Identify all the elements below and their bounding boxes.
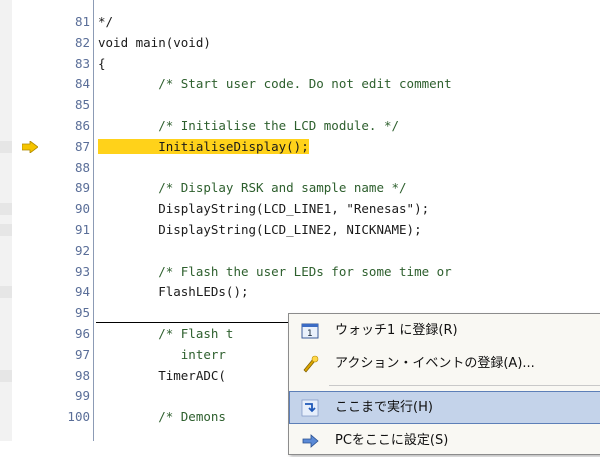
code-line[interactable]: 85 [0, 95, 600, 116]
line-number: 96 [74, 325, 90, 341]
watch-window-icon: 1 [301, 323, 319, 339]
code-text[interactable]: /* Start user code. Do not edit comment [98, 75, 452, 93]
code-text[interactable]: /* Demons [98, 408, 226, 426]
code-line[interactable]: 91 DisplayString(LCD_LINE2, NICKNAME); [0, 220, 600, 241]
code-text[interactable]: /* Display RSK and sample name */ [98, 179, 406, 197]
line-marker[interactable] [0, 140, 12, 153]
menu-item-label: PCをここに設定(S) [335, 433, 449, 448]
line-number: 97 [74, 346, 90, 362]
svg-text:1: 1 [307, 329, 313, 339]
code-line[interactable]: 86 /* Initialise the LCD module. */ [0, 116, 600, 137]
line-number: 94 [74, 284, 90, 300]
code-text[interactable]: interr [98, 346, 226, 364]
scroll-position-line [96, 322, 288, 323]
line-number: 90 [74, 201, 90, 217]
line-number: 86 [74, 117, 90, 133]
menu-item-label: ウォッチ1 に登録(R) [335, 323, 458, 338]
action-event-icon [303, 355, 319, 373]
code-text[interactable]: */ [98, 13, 113, 31]
code-line[interactable]: 82 void main(void) [0, 33, 600, 54]
line-number: 93 [74, 263, 90, 279]
menu-item-run-to-here[interactable]: ここまで実行(H) [289, 391, 600, 424]
code-text[interactable]: InitialiseDisplay(); [98, 138, 309, 156]
code-line[interactable]: 90 DisplayString(LCD_LINE1, "Renesas"); [0, 199, 600, 220]
context-menu: 1 ウォッチ1 に登録(R) アクション・イベントの登録(A)... ここまで実行(H… [288, 313, 600, 455]
current-line-arrow-icon [22, 140, 38, 153]
menu-item-action-event[interactable]: アクション・イベントの登録(A)... [289, 347, 600, 380]
code-line[interactable]: 92 [0, 241, 600, 262]
line-number: 84 [74, 76, 90, 92]
code-line[interactable]: 94 FlashLEDs(); [0, 282, 600, 303]
line-number: 100 [67, 409, 90, 425]
line-marker[interactable] [0, 369, 12, 382]
line-marker[interactable] [0, 203, 12, 216]
menu-separator [329, 385, 600, 386]
line-marker[interactable] [0, 223, 12, 236]
line-number: 98 [74, 367, 90, 383]
code-text[interactable]: { [98, 55, 106, 73]
code-text[interactable]: /* Initialise the LCD module. */ [98, 117, 399, 135]
menu-item-watch-window[interactable]: 1 ウォッチ1 に登録(R) [289, 314, 600, 347]
run-to-here-icon [301, 399, 319, 417]
code-text[interactable]: TimerADC( [98, 367, 226, 385]
code-line[interactable]: 93 /* Flash the user LEDs for some time … [0, 262, 600, 283]
code-line[interactable]: 84 /* Start user code. Do not edit comme… [0, 74, 600, 95]
line-number: 88 [74, 159, 90, 175]
code-line[interactable]: 83 { [0, 54, 600, 75]
code-text[interactable]: /* Flash the user LEDs for some time or [98, 263, 452, 281]
code-line[interactable]: 88 [0, 158, 600, 179]
code-text[interactable]: DisplayString(LCD_LINE1, "Renesas"); [98, 200, 429, 218]
code-text[interactable]: /* Flash t [98, 325, 233, 343]
line-number: 99 [74, 388, 90, 404]
menu-item-label: アクション・イベントの登録(A)... [335, 356, 535, 371]
line-marker[interactable] [0, 286, 12, 299]
line-number: 91 [74, 221, 90, 237]
code-text[interactable]: FlashLEDs(); [98, 283, 248, 301]
code-line[interactable]: 89 /* Display RSK and sample name */ [0, 178, 600, 199]
line-number: 87 [74, 138, 90, 154]
line-number: 89 [74, 180, 90, 196]
line-number: 85 [74, 97, 90, 113]
code-line[interactable]: 87 InitialiseDisplay(); [0, 137, 600, 158]
code-text[interactable]: DisplayString(LCD_LINE2, NICKNAME); [98, 221, 421, 239]
line-number: 95 [74, 305, 90, 321]
current-line-highlight: InitialiseDisplay(); [98, 138, 309, 154]
menu-item-label: ここまで実行(H) [335, 400, 433, 415]
set-pc-icon [302, 434, 319, 448]
code-line[interactable]: 81 */ [0, 12, 600, 33]
line-number: 82 [74, 34, 90, 50]
line-number: 92 [74, 242, 90, 258]
code-text[interactable]: void main(void) [98, 34, 211, 52]
line-number: 83 [74, 55, 90, 71]
line-number: 81 [74, 14, 90, 29]
